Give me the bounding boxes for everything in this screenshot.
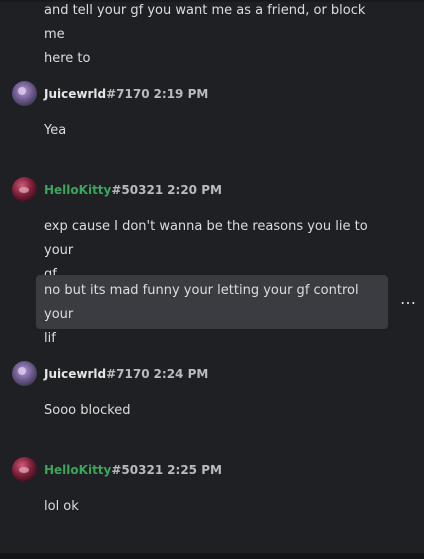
avatar[interactable] [12,457,37,482]
user-tag: #50321 [111,463,164,477]
avatar[interactable] [12,81,37,106]
timestamp: 2:20 PM [167,183,222,197]
bottom-edge [0,553,424,559]
username[interactable]: HelloKitty [44,463,111,477]
message-text: lol ok [44,499,79,514]
timestamp: 2:24 PM [153,367,209,381]
user-tag: #7170 [106,367,150,381]
message-text: Yea [44,123,67,138]
message-header: HelloKitty#50321 2:20 PM [44,180,222,200]
message-text: and tell your gf you want me as a friend… [44,3,366,66]
user-tag: #7170 [106,87,150,101]
more-options-icon[interactable]: … [398,291,418,308]
message-header: Juicewrld#7170 2:19 PM [44,84,208,104]
timestamp: 2:25 PM [167,463,222,477]
message-text: Sooo blocked [44,403,131,418]
username[interactable]: Juicewrld [44,367,106,381]
timestamp: 2:19 PM [153,87,209,101]
username[interactable]: HelloKitty [44,183,111,197]
message-header: HelloKitty#50321 2:25 PM [44,460,222,480]
username[interactable]: Juicewrld [44,87,106,101]
user-tag: #50321 [111,183,164,197]
message-text: no but its mad funny your letting your g… [44,283,359,346]
avatar[interactable] [12,177,37,202]
avatar[interactable] [12,361,37,386]
message-header: Juicewrld#7170 2:24 PM [44,364,208,384]
